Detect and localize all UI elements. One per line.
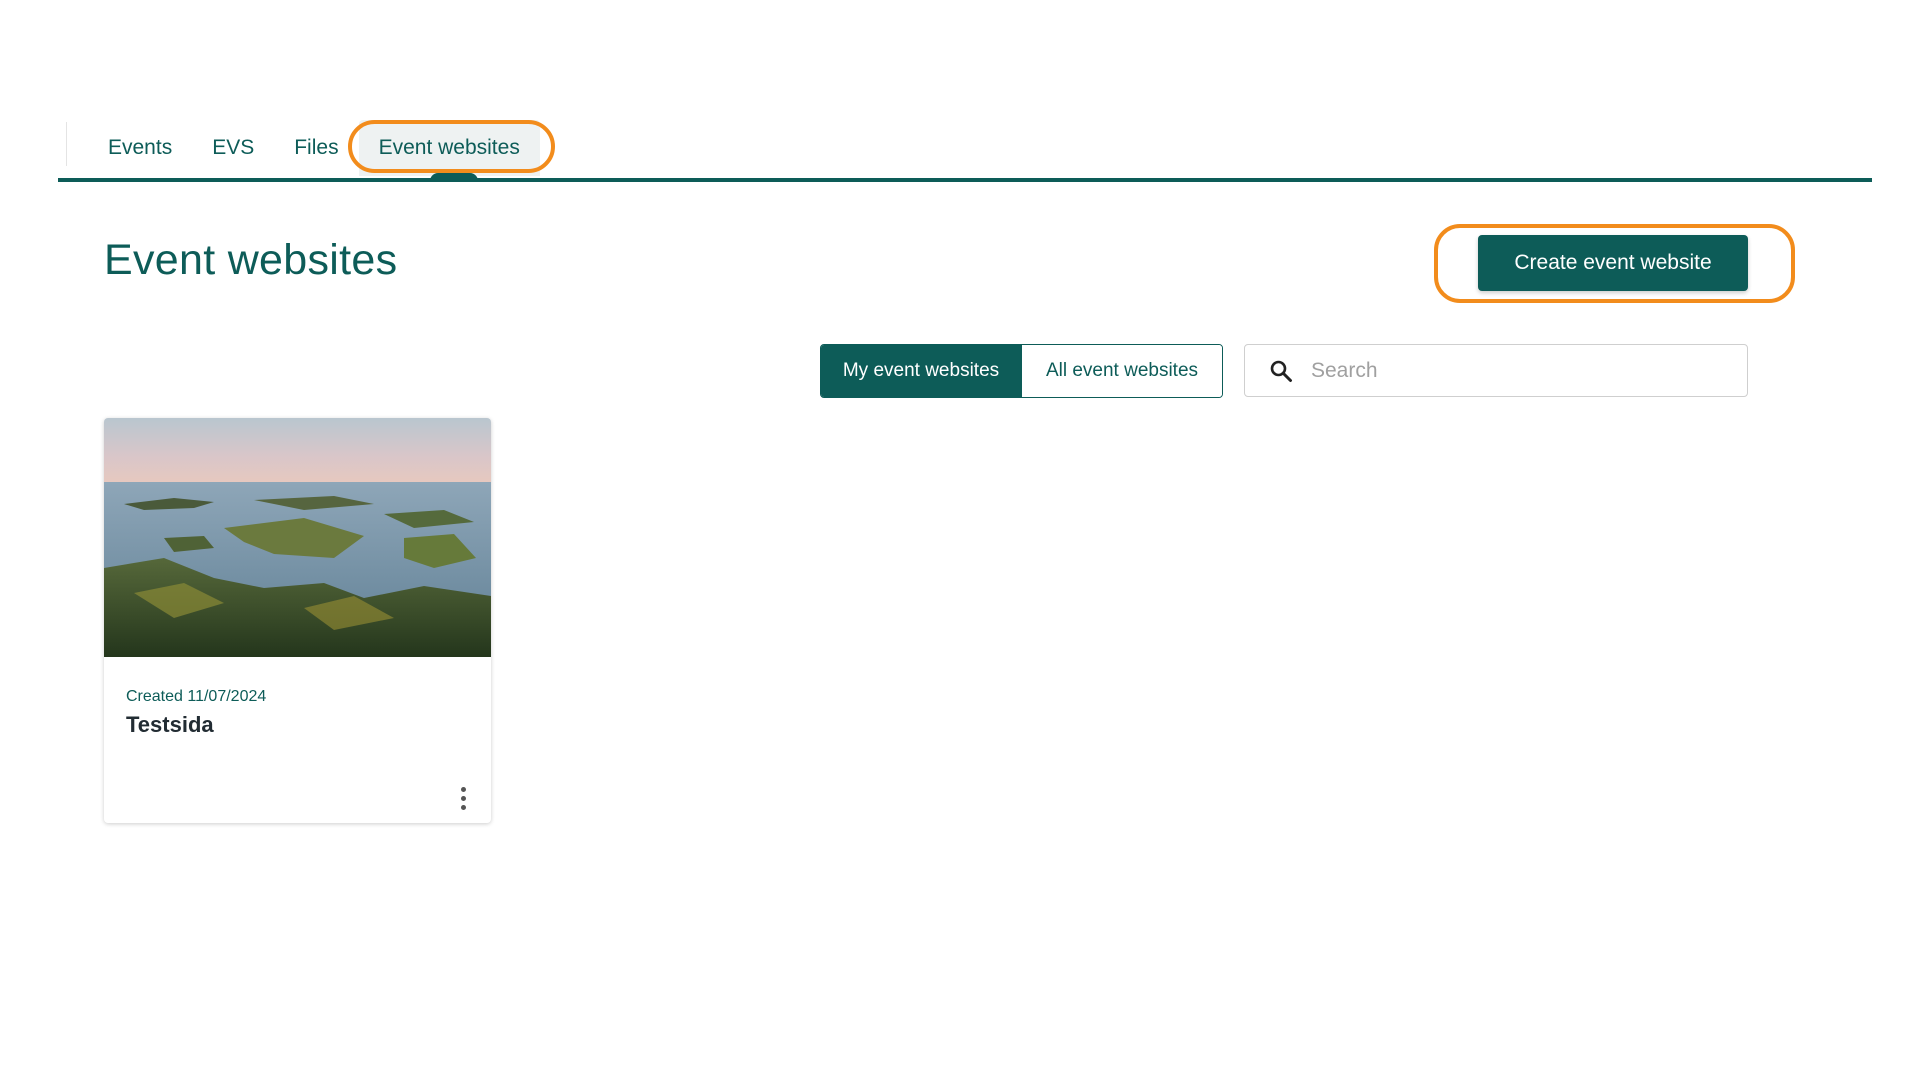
all-event-websites-toggle[interactable]: All event websites [1021,345,1222,397]
tab-bar: Events EVS Files Event websites [92,118,540,178]
search-icon [1267,357,1295,385]
event-website-card[interactable]: Created 11/07/2024 Testsida [104,418,491,823]
tab-files[interactable]: Files [274,120,358,176]
search-box [1244,344,1748,397]
kebab-dot [460,786,466,792]
card-created-date: Created 11/07/2024 [126,688,267,705]
tabs-divider [66,122,67,166]
active-tab-indicator [430,173,478,181]
more-vert-icon[interactable] [447,782,479,814]
my-event-websites-toggle[interactable]: My event websites [821,345,1021,397]
tab-event-websites[interactable]: Event websites [358,120,540,176]
search-input[interactable] [1311,345,1747,396]
kebab-dot [460,795,466,801]
ownership-toggle: My event websites All event websites [820,344,1223,398]
tab-evs[interactable]: EVS [192,120,274,176]
card-title: Testsida [126,712,214,737]
create-event-website-button[interactable]: Create event website [1478,235,1748,291]
kebab-dot [460,804,466,810]
card-image [104,418,491,657]
page-title: Event websites [104,236,398,284]
tab-underline [58,178,1872,182]
tab-events[interactable]: Events [92,120,192,176]
